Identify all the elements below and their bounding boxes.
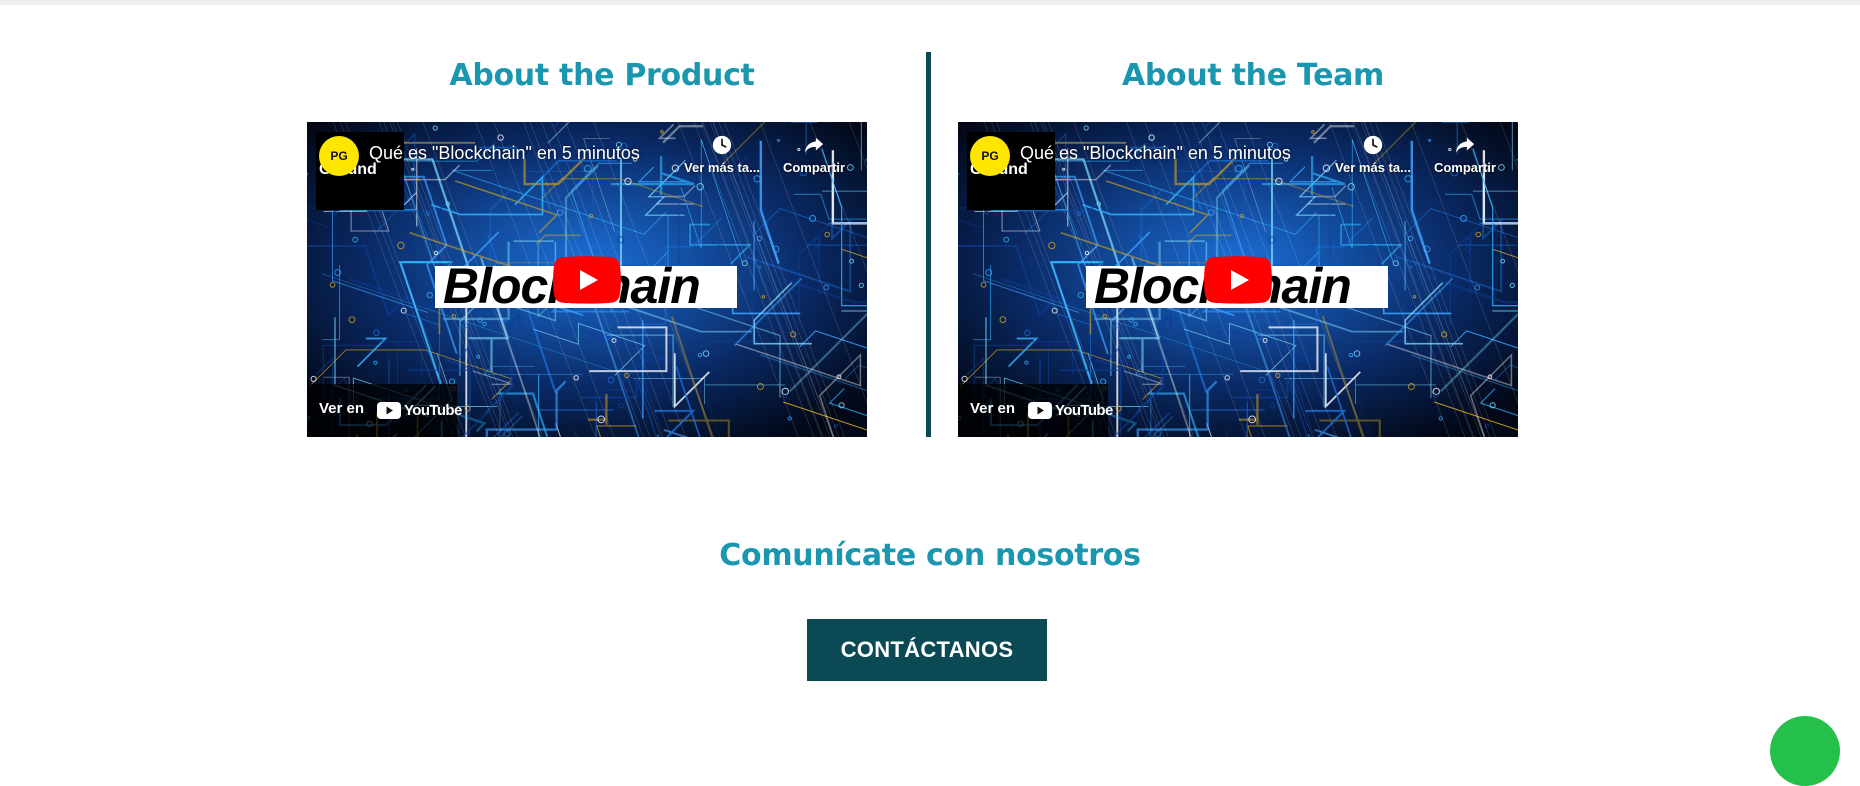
share-label: Compartir	[1433, 160, 1497, 175]
youtube-logo-icon: YouTube	[1028, 400, 1113, 420]
share-button[interactable]: Compartir	[1420, 134, 1510, 175]
channel-avatar[interactable]: PG	[970, 136, 1010, 176]
chat-bubble-icon[interactable]	[1770, 716, 1840, 786]
youtube-logo-icon: YouTube	[377, 400, 462, 420]
share-label: Compartir	[782, 160, 846, 175]
contact-title: Comunícate con nosotros	[719, 538, 1141, 573]
clock-icon	[1363, 135, 1383, 155]
contact-button[interactable]: CONTÁCTANOS	[807, 619, 1047, 681]
video-embed-team[interactable]: Ground PG Qué es "Blockchain" en 5 minut…	[958, 122, 1518, 437]
watch-later-label: Ver más ta...	[1335, 160, 1411, 175]
video-title[interactable]: Qué es "Blockchain" en 5 minutos	[1020, 143, 1291, 164]
watch-on-label: Ver en	[970, 400, 1016, 417]
watch-later-label: Ver más ta...	[684, 160, 760, 175]
play-icon[interactable]	[1204, 256, 1272, 304]
top-border	[0, 0, 1860, 5]
play-icon[interactable]	[553, 256, 621, 304]
watch-on-label: Ver en	[319, 400, 365, 417]
clock-icon	[712, 135, 732, 155]
section-title-team: About the Team	[1121, 58, 1385, 93]
video-title[interactable]: Qué es "Blockchain" en 5 minutos	[369, 143, 640, 164]
section-title-product: About the Product	[449, 58, 755, 93]
watch-later-button[interactable]: Ver más ta...	[677, 134, 767, 175]
section-divider	[926, 52, 931, 437]
video-embed-product[interactable]: Ground PG Qué es "Blockchain" en 5 minut…	[307, 122, 867, 437]
share-button[interactable]: Compartir	[769, 134, 859, 175]
share-arrow-icon	[804, 137, 824, 153]
watch-later-button[interactable]: Ver más ta...	[1328, 134, 1418, 175]
channel-avatar[interactable]: PG	[319, 136, 359, 176]
share-arrow-icon	[1455, 137, 1475, 153]
